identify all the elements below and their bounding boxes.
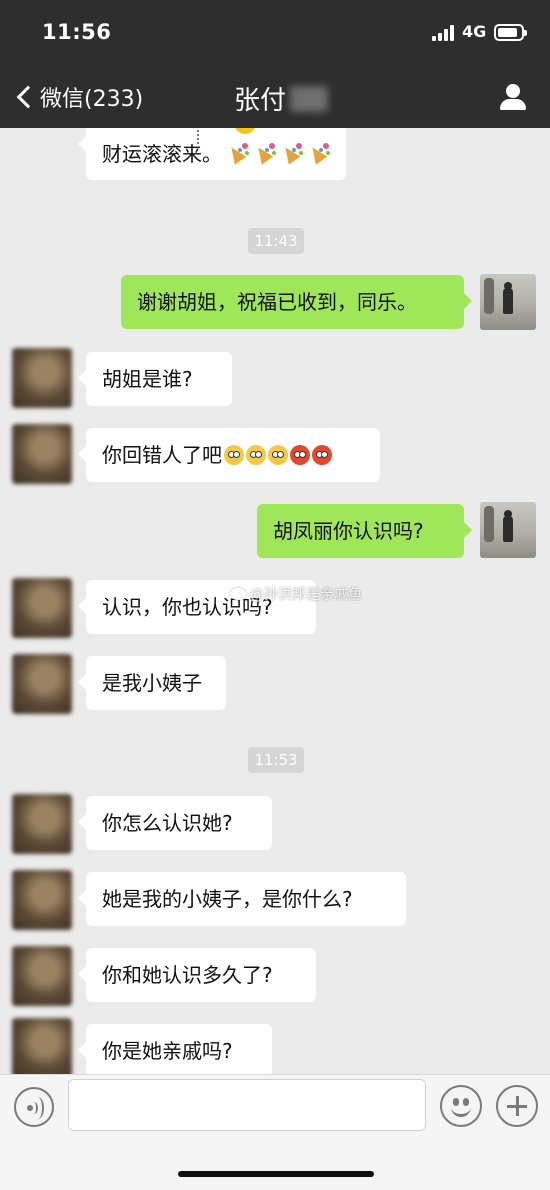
message-bubble-received[interactable]: 你是她亲戚吗? bbox=[78, 1024, 272, 1074]
angry-emoji bbox=[312, 445, 332, 465]
timestamp: 11:43 bbox=[248, 228, 304, 254]
plus-icon[interactable] bbox=[496, 1085, 538, 1127]
contact-avatar[interactable] bbox=[12, 1018, 72, 1074]
my-avatar[interactable] bbox=[480, 274, 536, 330]
message-bubble-sent[interactable]: 谢谢胡姐，祝福已收到，同乐。 bbox=[121, 275, 472, 329]
contact-avatar[interactable] bbox=[12, 654, 72, 714]
flushed-emoji bbox=[246, 445, 266, 465]
timestamp: 11:53 bbox=[248, 747, 304, 773]
message-text: 财运滚滚来。 bbox=[102, 142, 222, 166]
flushed-emoji bbox=[224, 445, 244, 465]
contact-avatar[interactable] bbox=[12, 424, 72, 484]
person-icon[interactable] bbox=[498, 82, 528, 112]
message-bubble-top[interactable]: 财运滚滚来。 bbox=[78, 128, 346, 180]
battery-icon bbox=[494, 24, 527, 41]
party-icon bbox=[308, 142, 330, 164]
back-label: 微信(233) bbox=[40, 87, 144, 112]
back-icon bbox=[16, 85, 40, 109]
party-icon bbox=[254, 142, 276, 164]
title-blur bbox=[290, 86, 328, 112]
signal-icon bbox=[432, 25, 456, 41]
message-bubble-received[interactable]: 你回错人了吧 bbox=[78, 428, 380, 482]
network-type: 4G bbox=[462, 22, 487, 41]
party-icon bbox=[281, 142, 303, 164]
watermark: @孙洪邦是亲戚鱼 bbox=[230, 584, 362, 604]
heart-emoji bbox=[234, 128, 256, 134]
contact-avatar[interactable] bbox=[12, 946, 72, 1006]
emoji-row bbox=[222, 443, 332, 467]
decoration-line bbox=[197, 128, 199, 144]
message-bubble-received[interactable]: 她是我的小姨子，是你什么? bbox=[78, 872, 406, 926]
contact-avatar[interactable] bbox=[12, 794, 72, 854]
contact-avatar[interactable] bbox=[12, 578, 72, 638]
contact-avatar[interactable] bbox=[12, 870, 72, 930]
home-indicator bbox=[178, 1171, 374, 1177]
message-text: 你回错人了吧 bbox=[102, 443, 222, 467]
back-button[interactable]: 微信(233) bbox=[14, 80, 143, 114]
message-bubble-received[interactable]: 你怎么认识她? bbox=[78, 796, 272, 850]
voice-icon[interactable] bbox=[14, 1087, 54, 1127]
top-bar: 11:56 4G 微信(233) 张付 bbox=[0, 0, 550, 128]
weibo-icon bbox=[230, 588, 246, 600]
message-bubble-received[interactable]: 胡姐是谁? bbox=[78, 352, 232, 406]
message-bubble-received[interactable]: 是我小姨子 bbox=[78, 656, 226, 710]
contact-avatar[interactable] bbox=[12, 348, 72, 408]
watermark-text: @孙洪邦是亲戚鱼 bbox=[250, 587, 362, 603]
message-bubble-received[interactable]: 你和她认识多久了? bbox=[78, 948, 316, 1002]
status-time: 11:56 bbox=[42, 20, 112, 44]
party-icon bbox=[227, 142, 249, 164]
chat-area[interactable]: 财运滚滚来。 11:43 谢谢胡姐，祝福已收到，同乐。 胡姐是谁? 你回错人了吧… bbox=[0, 128, 550, 1074]
message-input[interactable] bbox=[68, 1079, 426, 1131]
angry-emoji bbox=[290, 445, 310, 465]
chat-title: 张付 bbox=[234, 86, 287, 116]
my-avatar[interactable] bbox=[480, 502, 536, 558]
message-bubble-sent[interactable]: 胡凤丽你认识吗? bbox=[257, 504, 472, 558]
input-bar bbox=[0, 1074, 550, 1190]
flushed-emoji bbox=[268, 445, 288, 465]
emoji-face-icon[interactable] bbox=[440, 1085, 482, 1127]
battery-level bbox=[498, 28, 517, 37]
